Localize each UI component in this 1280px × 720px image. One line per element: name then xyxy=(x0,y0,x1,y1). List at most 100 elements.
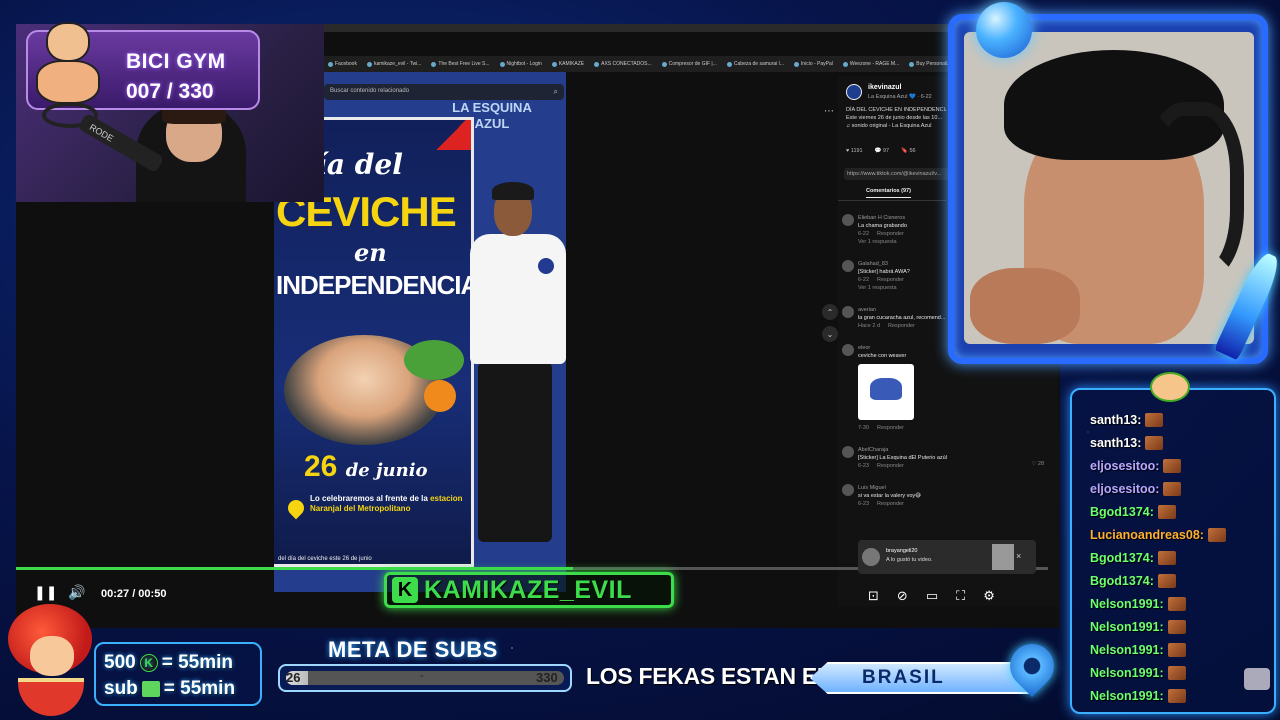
chat-username[interactable]: Bgod1374: xyxy=(1090,551,1154,565)
chat-messages: santh13: santh13: eljosesitoo: eljosesitoo:… xyxy=(1090,408,1270,707)
chat-bot-icon xyxy=(1244,668,1270,690)
picture-in-picture-icon[interactable]: ⊡ xyxy=(868,588,879,604)
bike-wheel-icon xyxy=(42,102,98,128)
settings-gear-icon[interactable]: ⚙ xyxy=(983,588,995,604)
author-username[interactable]: ikevinazul xyxy=(868,84,901,91)
reply-button[interactable]: Responder xyxy=(888,322,915,330)
captions-off-icon[interactable]: ⊘ xyxy=(897,588,908,604)
bookmark-label: Compresor de GIF |... xyxy=(668,61,717,67)
comment-count[interactable]: 💬 97 xyxy=(875,148,890,154)
chat-emote-icon xyxy=(1157,550,1176,565)
commenter-avatar[interactable] xyxy=(842,214,854,226)
notification-toast[interactable]: brayangeli20 A lo gustó tu video. × xyxy=(858,540,1036,574)
bookmarks-bar: Facebook kamikaze_evil - Twi... The Best F… xyxy=(324,56,954,72)
chat-username[interactable]: Nelson1991: xyxy=(1090,689,1164,703)
bookmark-label: The Best Free Live S... xyxy=(438,61,490,67)
chat-message: Nelson1991: xyxy=(1090,615,1270,638)
kicks-amount: 500 xyxy=(104,652,136,673)
chat-username[interactable]: Bgod1374: xyxy=(1090,574,1154,588)
comment-sticker-image xyxy=(858,364,914,420)
chat-username[interactable]: Nelson1991: xyxy=(1090,620,1164,634)
chat-username[interactable]: eljosesitoo: xyxy=(1090,482,1159,496)
bookmark-item[interactable]: kamikaze_evil - Twi... xyxy=(366,61,421,67)
reply-button[interactable]: Responder xyxy=(877,462,904,470)
bookmark-item[interactable]: The Best Free Live S... xyxy=(431,61,490,67)
kick-coin-icon: K xyxy=(139,654,158,672)
chat-username[interactable]: santh13: xyxy=(1090,413,1141,427)
commenter-avatar[interactable] xyxy=(842,306,854,318)
chat-message: Nelson1991: xyxy=(1090,661,1270,684)
bookmark-item[interactable]: Facebook xyxy=(328,61,357,67)
search-icon[interactable]: ⌕ xyxy=(554,87,558,97)
chat-username[interactable]: Bgod1374: xyxy=(1090,505,1154,519)
chat-username[interactable]: Nelson1991: xyxy=(1090,597,1164,611)
mascot-body xyxy=(36,60,100,104)
previous-video-button[interactable]: ⌃ xyxy=(822,304,838,320)
theater-mode-icon[interactable]: ▭ xyxy=(926,588,938,604)
bookmark-favicon-icon xyxy=(431,61,437,67)
video-search-bar[interactable]: Buscar contenido relacionado ⌕ xyxy=(324,84,564,100)
reply-button[interactable]: Responder xyxy=(877,230,904,238)
comment-like-count[interactable]: ♡ 28 xyxy=(1031,460,1044,468)
like-count[interactable]: ♥ 1191 xyxy=(846,148,863,154)
mascot-head xyxy=(46,22,90,62)
bookmark-item[interactable]: AXS CONECTADOS... xyxy=(594,61,652,67)
bici-gym-counter: 007 / 330 xyxy=(126,80,214,103)
bookmark-item[interactable]: KAMIKAZE xyxy=(551,61,584,67)
chat-username[interactable]: Nelson1991: xyxy=(1090,666,1164,680)
gym-mascot-avatar xyxy=(28,22,108,132)
commenter-name[interactable]: Luis Miguel xyxy=(858,484,1052,492)
sub-label: sub xyxy=(104,678,138,699)
kicks-rate-line: 500 K = 55min xyxy=(104,652,233,674)
bookmark-item[interactable]: Weezone - RAGE M... xyxy=(842,61,899,67)
close-icon[interactable]: × xyxy=(1016,551,1021,561)
country-name: BRASIL xyxy=(862,667,945,688)
author-avatar[interactable] xyxy=(846,84,862,100)
pause-button[interactable]: ❚❚ xyxy=(34,584,57,601)
more-options-icon[interactable]: ⋯ xyxy=(824,106,834,117)
engagement-stats: ♥ 1191 💬 97 🔖 56 xyxy=(846,148,916,154)
chat-emote-icon xyxy=(1145,435,1164,450)
bookmark-item[interactable]: Nightbot - Login xyxy=(499,61,542,67)
chat-message: Nelson1991: xyxy=(1090,684,1270,707)
chat-username[interactable]: Nelson1991: xyxy=(1090,643,1164,657)
commenter-avatar[interactable] xyxy=(842,344,854,356)
bici-gym-panel: BICI GYM 007 / 330 xyxy=(26,22,260,128)
chat-emote-icon xyxy=(1157,504,1176,519)
bookmark-favicon-icon xyxy=(842,61,848,67)
comment-item: Luis Miguel si va estar la valery voy😅 6-2… xyxy=(842,484,1052,508)
comment-meta: 6-23 Responder xyxy=(858,500,1052,508)
chat-username[interactable]: eljosesitoo: xyxy=(1090,459,1159,473)
commenter-avatar[interactable] xyxy=(842,446,854,458)
notification-message: A lo gustó tu video. xyxy=(886,557,933,563)
sub-goal-target: 330 xyxy=(536,670,558,685)
poster-line4: INDEPENDENCIA xyxy=(276,270,479,300)
poster-flag-corner xyxy=(431,120,471,150)
commenter-avatar[interactable] xyxy=(842,484,854,496)
reply-button[interactable]: Responder xyxy=(877,424,904,432)
commenter-avatar[interactable] xyxy=(842,260,854,272)
bookmark-item[interactable]: Inicio - PayPal xyxy=(793,61,833,67)
chat-username[interactable]: santh13: xyxy=(1090,436,1141,450)
fullscreen-icon[interactable]: ⛶ xyxy=(956,588,965,604)
bookmark-count[interactable]: 🔖 56 xyxy=(901,148,916,154)
reply-button[interactable]: Responder xyxy=(877,500,904,508)
bookmark-item[interactable]: Cabeza de samurai l... xyxy=(726,61,784,67)
volume-icon[interactable]: 🔊 xyxy=(68,584,85,601)
bookmark-item[interactable]: Compresor de GIF |... xyxy=(661,61,717,67)
chat-emote-icon xyxy=(1167,642,1186,657)
view-replies-label: Ver 1 respuesta xyxy=(858,239,897,245)
description-line: DÍA DEL CEVICHE EN INDEPENDENCIA xyxy=(846,107,946,113)
next-video-button[interactable]: ⌄ xyxy=(822,326,838,342)
commenter-name[interactable]: AbelCharaja xyxy=(858,446,1052,454)
tab-comments[interactable]: Comentarios (97) xyxy=(866,188,911,198)
chat-message: santh13: xyxy=(1090,431,1270,454)
notification-thumbnail xyxy=(992,544,1014,570)
chat-message: eljosesitoo: xyxy=(1090,477,1270,500)
chat-emote-icon xyxy=(1145,412,1164,427)
bookmark-label: Inicio - PayPal xyxy=(800,61,833,67)
chat-username[interactable]: Lucianoandreas08: xyxy=(1090,528,1204,542)
reply-button[interactable]: Responder xyxy=(877,276,904,284)
view-replies-label: Ver 1 respuesta xyxy=(858,285,897,291)
video-link-field[interactable]: https://www.tiktok.com/@ikevinazul/v... xyxy=(844,168,948,180)
